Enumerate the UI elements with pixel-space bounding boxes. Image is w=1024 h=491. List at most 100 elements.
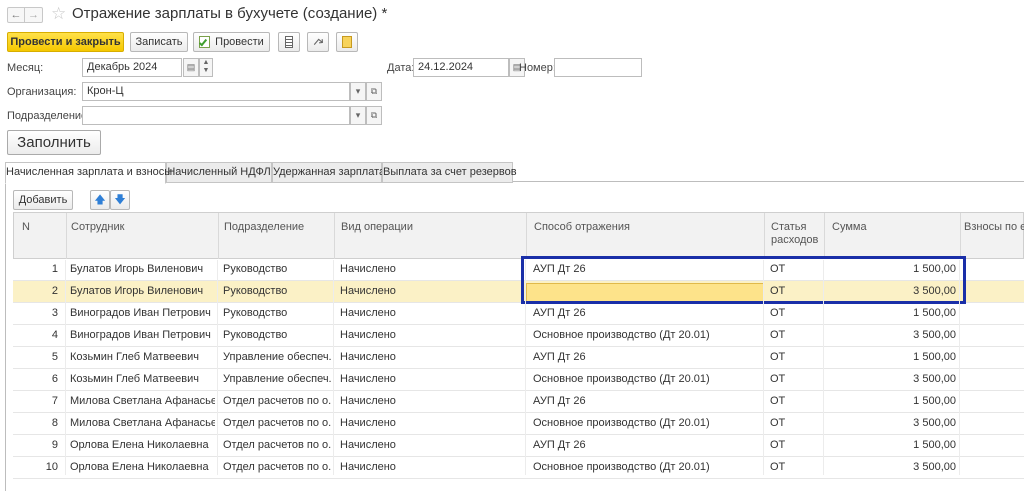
column-operation[interactable]: Вид операции	[341, 221, 413, 234]
column-method[interactable]: Способ отражения	[534, 221, 630, 234]
organization-field[interactable]: Крон-Ц	[82, 82, 350, 101]
save-button[interactable]: Записать	[130, 32, 188, 52]
cell-n: 4	[51, 329, 58, 341]
tab-accrued-ndfl[interactable]: Начисленный НДФЛ	[166, 162, 272, 183]
cell-method: Основное производство (Дт 20.01)	[533, 373, 710, 385]
cell-expense: ОТ	[770, 373, 786, 385]
cell-employee: Виноградов Иван Петрович	[70, 307, 211, 319]
tab-reserve-payment[interactable]: Выплата за счет резервов	[382, 162, 517, 183]
cell-amount: 3 500,00	[913, 461, 956, 473]
cell-employee: Булатов Игорь Виленович	[70, 263, 204, 275]
tab-withheld-salary[interactable]: Удержанная зарплата	[272, 162, 385, 183]
cell-employee: Милова Светлана Афанасьевна	[70, 417, 215, 429]
month-field[interactable]: Декабрь 2024	[82, 58, 182, 77]
cell-employee: Булатов Игорь Виленович	[70, 285, 204, 297]
cell-method: Основное производство (Дт 20.01)	[533, 329, 710, 341]
cell-department: Отдел расчетов по о...	[223, 439, 331, 451]
column-employee[interactable]: Сотрудник	[71, 221, 124, 234]
table-row[interactable]: 9 Орлова Елена Николаевна Отдел расчетов п…	[13, 435, 1024, 457]
move-up-icon[interactable]: 🡅	[90, 190, 110, 210]
cell-amount: 1 500,00	[913, 395, 956, 407]
report-list-icon[interactable]	[278, 32, 300, 52]
post-and-close-button[interactable]: Провести и закрыть	[7, 32, 124, 52]
cell-method: АУП Дт 26	[533, 307, 586, 319]
column-expense-line2[interactable]: расходов	[771, 234, 818, 247]
column-divider	[823, 260, 824, 475]
cell-n: 6	[51, 373, 58, 385]
column-divider	[763, 260, 764, 475]
post-button[interactable]: Провести	[193, 32, 270, 52]
month-spin-icon[interactable]: ▲ ▼	[199, 58, 213, 77]
cell-method: АУП Дт 26	[533, 395, 586, 407]
cell-amount: 1 500,00	[913, 307, 956, 319]
cell-method: АУП Дт 26	[533, 351, 586, 363]
column-divider	[959, 260, 960, 475]
cell-amount: 3 500,00	[913, 329, 956, 341]
cell-n: 8	[51, 417, 58, 429]
cell-operation: Начислено	[340, 285, 396, 297]
column-contributions[interactable]: Взносы по ед	[964, 221, 1024, 234]
department-open-icon[interactable]: ⧉	[366, 106, 382, 125]
cell-department: Руководство	[223, 329, 288, 341]
cell-department: Отдел расчетов по о...	[223, 395, 331, 407]
post-button-label: Провести	[215, 36, 264, 48]
cell-employee: Милова Светлана Афанасьевна	[70, 395, 215, 407]
organization-open-icon[interactable]: ⧉	[366, 82, 382, 101]
cell-operation: Начислено	[340, 351, 396, 363]
cell-department: Управление обеспеч...	[223, 373, 331, 385]
date-field[interactable]: 24.12.2024	[413, 58, 509, 77]
cell-employee: Орлова Елена Николаевна	[70, 439, 209, 451]
cell-employee: Виноградов Иван Петрович	[70, 329, 211, 341]
organization-label: Организация:	[7, 86, 77, 98]
cell-n: 10	[45, 461, 58, 473]
cell-department: Руководство	[223, 307, 288, 319]
forward-arrow-icon[interactable]: →	[25, 7, 43, 23]
organization-dropdown-icon[interactable]: ▾	[350, 82, 366, 101]
cell-amount: 1 500,00	[913, 351, 956, 363]
department-dropdown-icon[interactable]: ▾	[350, 106, 366, 125]
command-bar: Провести и закрыть Записать Провести ↱	[0, 31, 1024, 53]
cell-operation: Начислено	[340, 395, 396, 407]
column-expense-line1[interactable]: Статья	[771, 221, 806, 234]
cell-expense: ОТ	[770, 417, 786, 429]
cell-n: 1	[51, 263, 58, 275]
column-department[interactable]: Подразделение	[224, 221, 304, 234]
cell-operation: Начислено	[340, 461, 396, 473]
cell-amount: 1 500,00	[913, 439, 956, 451]
calendar-icon[interactable]: ▤	[183, 58, 199, 77]
attachment-icon[interactable]: ↱	[307, 32, 329, 52]
table-row[interactable]: 6 Козьмин Глеб Матвеевич Управление обеспе…	[13, 369, 1024, 391]
cell-n: 2	[51, 285, 58, 297]
back-arrow-icon[interactable]: ←	[7, 7, 25, 23]
cell-operation: Начислено	[340, 417, 396, 429]
column-divider	[65, 260, 66, 475]
cell-n: 5	[51, 351, 58, 363]
move-down-icon[interactable]: 🡇	[110, 190, 130, 210]
table-row[interactable]: 8 Милова Светлана Афанасьевна Отдел расчет…	[13, 413, 1024, 435]
table-row[interactable]: 5 Козьмин Глеб Матвеевич Управление обеспе…	[13, 347, 1024, 369]
cell-expense: ОТ	[770, 395, 786, 407]
table-row[interactable]: 7 Милова Светлана Афанасьевна Отдел расчет…	[13, 391, 1024, 413]
cell-expense: ОТ	[770, 461, 786, 473]
tab-accrued-salary[interactable]: Начисленная зарплата и взносы	[5, 162, 172, 184]
department-field[interactable]	[82, 106, 350, 125]
table-row[interactable]: 3 Виноградов Иван Петрович Руководство Начи…	[13, 303, 1024, 325]
add-button[interactable]: Добавить	[13, 190, 73, 210]
department-label: Подразделение:	[7, 110, 91, 122]
cell-n: 7	[51, 395, 58, 407]
cell-operation: Начислено	[340, 307, 396, 319]
column-divider	[333, 260, 334, 475]
cell-method: Основное производство (Дт 20.01)	[533, 417, 710, 429]
column-n[interactable]: N	[22, 221, 30, 234]
cell-employee: Козьмин Глеб Матвеевич	[70, 351, 199, 363]
document-yellow-icon[interactable]	[336, 32, 358, 52]
tab-bar: Начисленная зарплата и взносы Начисленны…	[5, 162, 1024, 184]
column-amount[interactable]: Сумма	[832, 221, 867, 234]
table-row[interactable]: 10 Орлова Елена Николаевна Отдел расчетов …	[13, 457, 1024, 479]
fill-button[interactable]: Заполнить	[7, 130, 101, 155]
favorite-star-icon[interactable]: ☆	[51, 4, 66, 24]
cell-expense: ОТ	[770, 351, 786, 363]
table-row[interactable]: 4 Виноградов Иван Петрович Руководство Начи…	[13, 325, 1024, 347]
cell-method: АУП Дт 26	[533, 439, 586, 451]
number-field[interactable]	[554, 58, 642, 77]
